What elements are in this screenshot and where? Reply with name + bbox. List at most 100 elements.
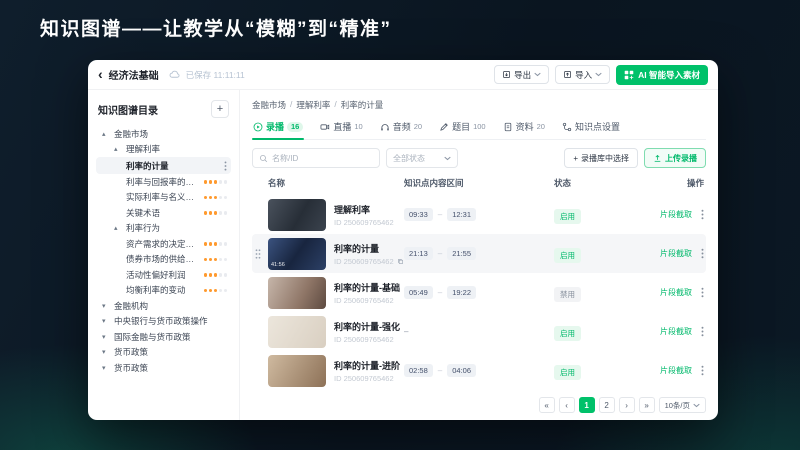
video-thumbnail[interactable] [268, 354, 326, 387]
sidebar-item-rate-measurement[interactable]: 利率的计量 [96, 157, 231, 174]
export-button[interactable]: 导出 [494, 65, 550, 84]
breadcrumb-separator: / [290, 99, 293, 109]
sidebar-item[interactable]: 活动性偏好利润 [96, 267, 231, 283]
back-icon[interactable]: ‹ [98, 67, 103, 81]
more-icon[interactable] [701, 248, 704, 259]
tab-count-badge: 16 [287, 121, 304, 132]
upload-recording-button[interactable]: 上传录播 [644, 148, 706, 168]
sidebar-item-finance-market[interactable]: ▴ 金融市场 [96, 126, 231, 142]
camera-icon [320, 122, 330, 132]
video-thumbnail[interactable] [268, 198, 326, 231]
duration-badge: 41:56 [271, 261, 285, 268]
video-thumbnail[interactable]: 41:56 [268, 237, 326, 270]
page-size-select[interactable]: 10条/页 [658, 397, 706, 413]
table-header: 名称 知识点内容区间 状态 操作 [252, 171, 706, 195]
more-icon[interactable] [224, 161, 227, 171]
more-icon[interactable] [701, 365, 704, 376]
add-node-button[interactable]: + [211, 100, 229, 118]
expand-icon[interactable]: ▾ [102, 333, 110, 341]
sidebar-item[interactable]: 均衡利率的变动 [96, 283, 231, 299]
expand-icon[interactable]: ▾ [102, 302, 110, 310]
more-icon[interactable] [701, 209, 704, 220]
video-id: ID 250609765462 [334, 334, 394, 344]
tab-bar: 录播 16 直播 10 音频 20 题目 100 资料 20 知识点设置 [252, 118, 706, 140]
breadcrumb-separator: / [334, 99, 337, 109]
sidebar-item-central-bank[interactable]: ▾ 中央银行与货币政策操作 [96, 314, 231, 330]
sidebar-item-monetary-policy[interactable]: ▾ 货币政策 [96, 345, 231, 361]
tab-questions[interactable]: 题目 100 [438, 118, 487, 139]
clip-extract-action[interactable]: 片段截取 [660, 326, 692, 337]
search-box[interactable] [252, 148, 380, 168]
sidebar-item-monetary-policy[interactable]: ▾ 货币政策 [96, 360, 231, 376]
sidebar-item[interactable]: 资产需求的决定性因素 [96, 236, 231, 252]
import-button[interactable]: 导入 [555, 65, 611, 84]
sidebar-item-financial-institutions[interactable]: ▾ 金融机构 [96, 298, 231, 314]
video-thumbnail[interactable] [268, 276, 326, 309]
clip-extract-action[interactable]: 片段截取 [660, 209, 692, 220]
tab-live[interactable]: 直播 10 [319, 118, 363, 139]
page-button-2[interactable]: 2 [598, 397, 615, 413]
time-range-empty: – [404, 327, 409, 336]
knowledge-tree: ▴ 金融市场 ▴ 理解利率 利率的计量 利率与回报率的区别 实际利率与名义利 关… [96, 126, 231, 376]
range-separator: – [437, 288, 443, 297]
search-input[interactable] [272, 153, 373, 163]
video-id: ID 250609765462 [334, 373, 394, 383]
tab-recordings[interactable]: 录播 16 [252, 118, 305, 140]
pagination: « ‹ 1 2 › » 10条/页 [252, 392, 706, 413]
table-row[interactable]: 理解利率 ID 250609765462 09:33 – 12:31 启用 片段… [252, 195, 706, 234]
copy-icon[interactable] [397, 258, 404, 265]
video-thumbnail[interactable] [268, 315, 326, 348]
expand-icon[interactable]: ▾ [102, 348, 110, 356]
collapse-icon[interactable]: ▴ [114, 224, 122, 232]
table-row[interactable]: 利率的计量-基础 ID 250609765462 05:49 – 19:22 禁… [252, 273, 706, 312]
export-icon [502, 70, 511, 79]
progress-dots [203, 211, 227, 215]
drag-handle-icon[interactable] [255, 248, 261, 259]
first-page-button[interactable]: « [538, 397, 555, 413]
table-row[interactable]: 利率的计量-强化 ID 250609765462 – 启用 片段截取 [252, 312, 706, 351]
expand-icon[interactable]: ▾ [102, 317, 110, 325]
breadcrumb-item[interactable]: 理解利率 [296, 99, 330, 111]
table-row[interactable]: 41:56 利率的计量 ID 250609765462 21:13 – 21:5… [252, 234, 706, 273]
video-id: ID 250609765462 [334, 217, 394, 227]
tab-materials[interactable]: 资料 20 [502, 118, 546, 139]
time-start: 09:33 [404, 208, 433, 221]
table-row[interactable]: 利率的计量-进阶 ID 250609765462 02:58 – 04:06 启… [252, 351, 706, 390]
time-start: 02:58 [404, 364, 433, 377]
sidebar-item[interactable]: 关键术语 [96, 205, 231, 221]
time-end: 12:31 [447, 208, 477, 221]
tab-knowledge-settings[interactable]: 知识点设置 [561, 118, 621, 139]
clip-extract-action[interactable]: 片段截取 [660, 287, 692, 298]
sidebar-item[interactable]: 债券市场的供给与需求 [96, 252, 231, 268]
collapse-icon[interactable]: ▴ [114, 145, 122, 153]
sidebar-item-rate-behavior[interactable]: ▴ 利率行为 [96, 221, 231, 237]
status-filter-select[interactable]: 全部状态 [386, 148, 458, 168]
sidebar-item-understand-rates[interactable]: ▴ 理解利率 [96, 142, 231, 158]
expand-icon[interactable]: ▾ [102, 364, 110, 372]
range-separator: – [437, 249, 443, 258]
sidebar-item[interactable]: 实际利率与名义利率的区别 [96, 190, 231, 206]
sidebar-item[interactable]: 利率与回报率的区别 [96, 174, 231, 190]
more-icon[interactable] [701, 326, 704, 337]
next-page-button[interactable]: › [618, 397, 635, 413]
breadcrumb-item[interactable]: 利率的计量 [341, 99, 384, 111]
tab-audio[interactable]: 音频 20 [379, 118, 423, 139]
page-button-1[interactable]: 1 [578, 397, 595, 413]
tab-count-badge: 20 [413, 122, 423, 131]
ai-grid-icon [624, 70, 634, 80]
sidebar: 知识图谱目录 + ▴ 金融市场 ▴ 理解利率 利率的计量 利率与回报率的区别 实… [88, 90, 240, 420]
prev-page-button[interactable]: ‹ [558, 397, 575, 413]
breadcrumb-item[interactable]: 金融市场 [252, 99, 286, 111]
clip-extract-action[interactable]: 片段截取 [660, 248, 692, 259]
clip-extract-action[interactable]: 片段截取 [660, 365, 692, 376]
play-circle-icon [253, 122, 263, 132]
range-separator: – [437, 210, 443, 219]
select-from-library-button[interactable]: + 录播库中选择 [564, 148, 638, 168]
more-icon[interactable] [701, 287, 704, 298]
sidebar-item-intl-finance[interactable]: ▾ 国际金融与货币政策 [96, 329, 231, 345]
page-title: 知识图谱——让教学从“模糊”到“精准” [40, 19, 392, 40]
collapse-icon[interactable]: ▴ [102, 130, 110, 138]
tab-count-badge: 100 [473, 122, 486, 131]
ai-import-button[interactable]: AI 智能导入素材 [616, 64, 708, 85]
last-page-button[interactable]: » [638, 397, 655, 413]
